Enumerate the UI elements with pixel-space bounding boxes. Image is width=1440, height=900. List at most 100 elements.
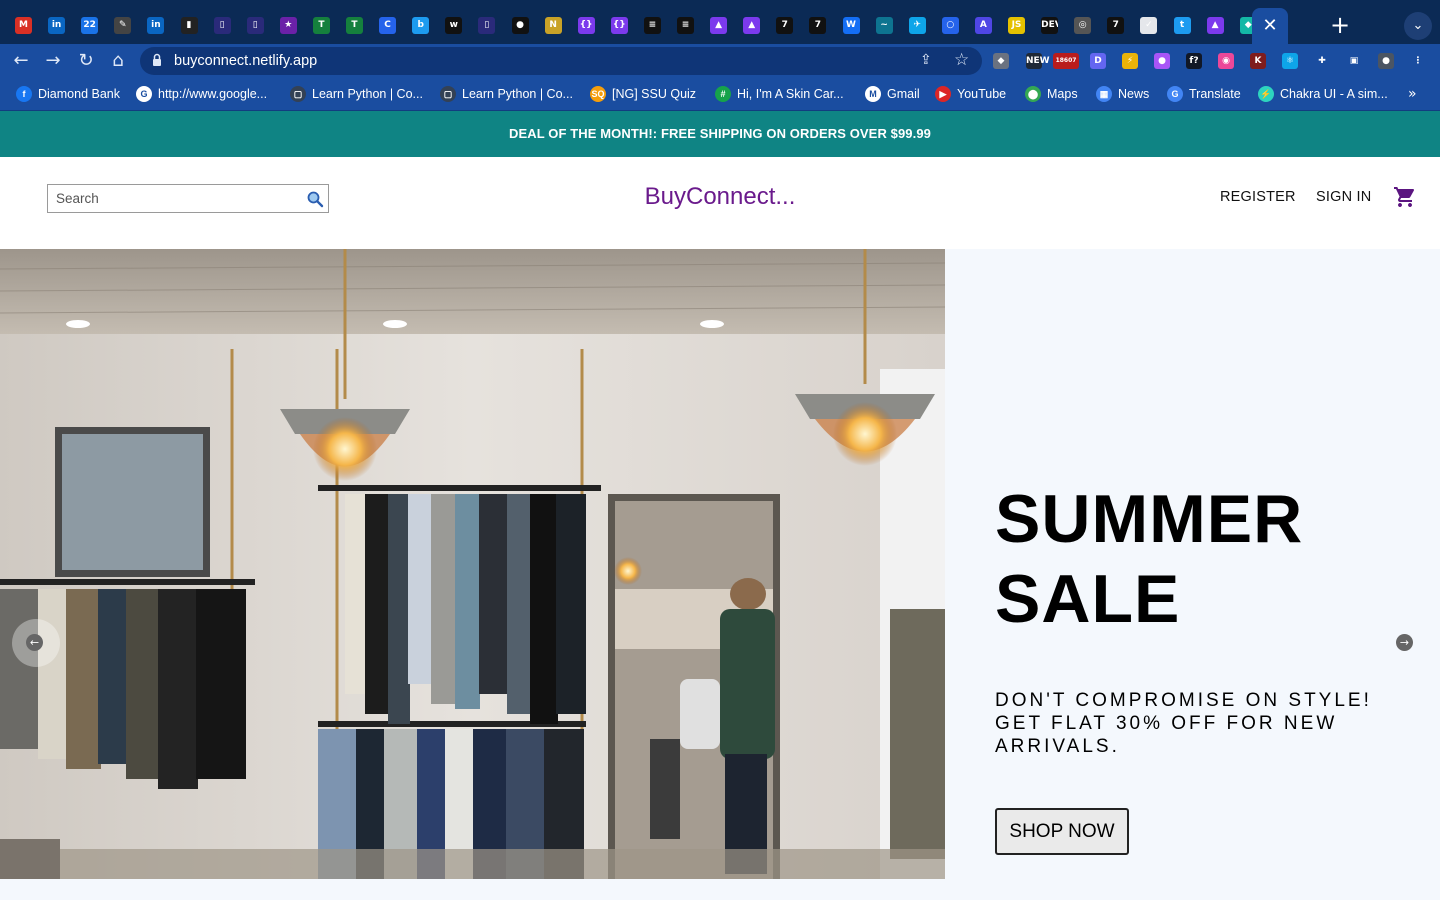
react-icon[interactable]: ⚛ [1282,53,1298,69]
seven-icon[interactable]: 7 [1107,17,1125,34]
page-bottom-strip [0,879,1440,900]
bookmark-item[interactable]: ⚡ Chakra UI - A sim... [1258,78,1388,111]
tailwind-icon[interactable]: ~ [875,17,893,34]
gmail-icon[interactable]: M [15,17,32,34]
stack-icon[interactable]: ≡ [643,17,661,34]
bookmark-favicon-icon: G [136,85,152,102]
puzzle-gray-icon[interactable]: ◆ [993,53,1009,69]
bookmark-item[interactable]: f Diamond Bank [16,78,120,111]
next-slide-arrow-icon[interactable]: → [1396,634,1413,651]
globe-icon[interactable]: ◎ [1074,17,1092,34]
bookmark-label: Maps [1047,87,1078,101]
register-link[interactable]: REGISTER [1220,189,1296,205]
bookmark-item[interactable]: ▶ YouTube [935,78,1006,111]
active-tab[interactable]: ✕ [1252,8,1288,44]
bookmark-item[interactable]: ▢ Learn Python | Co... [290,78,423,111]
tree-icon[interactable]: T [346,17,363,34]
figure-icon[interactable]: ▯ [246,17,264,34]
rocket-icon[interactable]: ▲ [710,17,728,34]
prev-slide-arrow-icon[interactable]: ← [26,634,43,651]
mail-counter-icon[interactable]: 18607 [1053,53,1079,69]
bracket-icon[interactable]: {} [610,17,628,34]
hero-title: SUMMER SALE [995,479,1395,639]
star-icon[interactable]: ★ [279,17,297,34]
site-logo[interactable]: BuyConnect... [520,183,920,211]
bookmark-item[interactable]: M Gmail [865,78,920,111]
bookmark-item[interactable]: Ghttp://www.google... [136,78,267,111]
new-tab-button[interactable]: + [1328,13,1352,38]
bookmark-item[interactable]: ▦ News [1096,78,1149,111]
webflow-icon[interactable]: W [842,17,860,34]
search-icon[interactable] [306,190,324,208]
url-text[interactable]: buyconnect.netlify.app [174,47,317,75]
js-icon[interactable]: JS [1008,17,1025,34]
d-icon[interactable]: D [1090,53,1106,69]
bookmark-item[interactable]: SQ [NG] SSU Quiz [590,78,696,111]
seven-icon[interactable]: 7 [809,17,827,34]
doc-icon[interactable]: ✓ [1140,17,1158,34]
bookmark-item[interactable]: ⬤ Maps [1025,78,1078,111]
close-tab-icon[interactable]: ✕ [1252,16,1288,36]
rocket-icon[interactable]: ▲ [1206,17,1224,34]
sign-in-link[interactable]: SIGN IN [1316,189,1371,205]
clothing-store-image [0,249,945,879]
bookmark-label: Translate [1189,87,1241,101]
dev-icon[interactable]: DEV [1041,17,1059,34]
bookmark-favicon-icon: ⚡ [1258,85,1274,102]
figure-icon[interactable]: ▯ [213,17,231,34]
lock-icon[interactable] [152,53,162,67]
profile-avatar-icon[interactable]: ● [1378,53,1394,69]
linkedin-icon[interactable]: in [147,17,165,34]
shop-now-button[interactable]: SHOP NOW [995,808,1129,855]
github-icon[interactable]: ● [511,17,529,34]
bookmarks-overflow-button[interactable]: » [1408,78,1417,111]
hero-slider: ← → SUMMER SALE DON'T COMPROMISE ON STYL… [0,249,1440,879]
shopping-cart-icon[interactable] [1393,185,1417,209]
home-button[interactable]: ⌂ [105,48,131,74]
function-icon[interactable]: f? [1186,53,1202,69]
bookmark-item[interactable]: G Translate [1167,78,1241,111]
pen-icon[interactable]: ✎ [114,17,132,34]
bookmark-favicon-icon: # [715,85,731,102]
bookmark-item[interactable]: # Hi, I'm A Skin Car... [715,78,844,111]
back-button[interactable]: ← [8,48,34,74]
calendar-icon[interactable]: 22 [81,17,99,34]
linkedin-icon[interactable]: in [48,17,66,34]
circle-icon[interactable]: ○ [941,17,959,34]
seven-icon[interactable]: 7 [776,17,794,34]
triangle-icon[interactable]: A [974,17,992,34]
forward-button[interactable]: → [40,48,66,74]
color-wheel-icon[interactable]: ◉ [1218,53,1234,69]
menu-kebab-icon[interactable]: ⋮ [1410,53,1426,69]
bookmark-star-icon[interactable]: ☆ [954,50,969,70]
address-bar[interactable]: buyconnect.netlify.app ⇪ ☆ [140,47,982,75]
share-icon[interactable]: ⇪ [920,52,932,68]
extensions-puzzle-icon[interactable]: ✚ [1314,53,1330,69]
ghost-icon[interactable]: ● [1154,53,1170,69]
bookmark-item[interactable]: ▢ Learn Python | Co... [440,78,573,111]
search-box [47,184,329,213]
tree-icon[interactable]: T [312,17,330,34]
node-icon[interactable]: N [544,17,562,34]
tab-search-button[interactable]: ⌄ [1404,12,1432,40]
bracket-icon[interactable]: {} [577,17,595,34]
w-icon[interactable]: w [445,17,463,34]
figure-icon[interactable]: ▯ [478,17,496,34]
rocket-icon[interactable]: ▲ [743,17,761,34]
reload-button[interactable]: ↻ [73,48,99,74]
k-icon[interactable]: K [1250,53,1266,69]
bookmark-label: Learn Python | Co... [312,87,423,101]
bookmark-favicon-icon: ▢ [290,85,306,102]
bookmark-label: Hi, I'm A Skin Car... [737,87,844,101]
search-input[interactable] [48,185,298,212]
bookmark-label: News [1118,87,1150,101]
bird-icon[interactable]: b [412,17,430,34]
c-icon[interactable]: C [379,17,397,34]
bolt-icon[interactable]: ⚡ [1122,53,1138,69]
twitter-icon[interactable]: t [1173,17,1191,34]
sidebar-icon[interactable]: ▣ [1346,53,1362,69]
new-badge-icon[interactable]: NEW [1026,53,1050,69]
bird-icon[interactable]: ✈ [908,17,926,34]
chart-icon[interactable]: ▮ [180,17,198,34]
stack-icon[interactable]: ≡ [677,17,694,34]
